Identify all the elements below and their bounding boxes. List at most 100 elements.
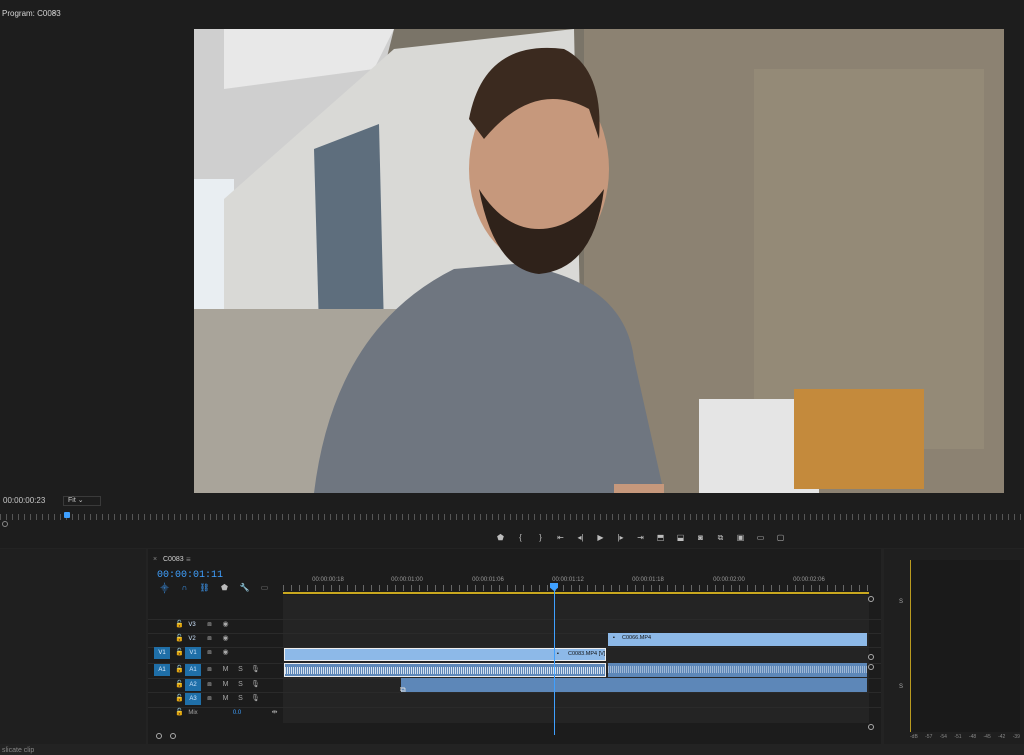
program-timecode[interactable]: 00:00:00:23 [3,496,45,505]
microphone-icon[interactable]: 🎙 [251,693,260,705]
captions-icon[interactable]: ▭ [259,583,270,594]
zoom-out-handle[interactable] [170,733,176,739]
multicam-icon[interactable]: ▣ [735,533,746,543]
track-target-v2[interactable]: V2 [185,633,199,645]
sequence-tab[interactable]: C0083 [163,556,184,563]
mute-button[interactable]: M [221,693,230,705]
play-icon[interactable]: ▶ [595,533,606,543]
project-panel [0,549,146,744]
lock-icon[interactable]: 🔓 [175,633,184,645]
track-target-v1[interactable]: V1 [185,647,201,659]
eye-icon[interactable]: ◉ [221,647,230,659]
step-forward-icon[interactable]: |▸ [615,533,626,543]
in-point-icon[interactable]: { [515,533,526,543]
go-to-edit-icon[interactable]: ⇹ [270,707,279,719]
clip-a1-c0066[interactable] [608,663,867,677]
microphone-icon[interactable]: 🎙 [251,664,260,676]
solo-button[interactable]: S [236,664,245,676]
snap-icon[interactable]: ∩ [179,583,190,594]
vertical-scroll-handle[interactable] [868,596,874,602]
proxy-icon[interactable]: ▭ [755,533,766,543]
track-header-a3: 🔓 A3 ⧈ M S 🎙 [149,693,281,707]
out-point-icon[interactable]: } [535,533,546,543]
clip-a1-c0083[interactable] [284,663,606,677]
lock-icon[interactable]: 🔓 [175,664,184,676]
mute-button[interactable]: M [221,679,230,691]
db-label: -51 [954,734,962,740]
sync-lock-icon[interactable]: ⧈ [205,679,214,691]
lock-icon[interactable]: 🔓 [175,647,184,659]
comparison-icon[interactable]: ⧉ [715,533,726,543]
video-frame-image [194,29,1004,493]
cursor-icon: ⧉ [400,685,406,694]
sync-lock-icon[interactable]: ⧈ [205,633,214,645]
sync-lock-icon[interactable]: ⧈ [205,664,214,676]
close-icon[interactable]: × [153,556,157,563]
extract-icon[interactable]: ⬓ [675,533,686,543]
lock-icon[interactable]: 🔓 [175,679,184,691]
lock-icon[interactable]: 🔓 [175,693,184,705]
panel-menu-icon[interactable]: ≡ [186,555,191,564]
step-back-icon[interactable]: ◂| [575,533,586,543]
track-header-a1: A1 🔓 A1 ⧈ M S 🎙 [149,664,281,678]
fx-icon: ▪ [557,651,559,657]
clip-label: C0066.MP4 [622,635,652,641]
vertical-scroll-handle[interactable] [868,724,874,730]
clip-v2-c0066[interactable]: ▪ C0066.MP4 [608,633,867,646]
audio-waveform [285,667,605,674]
track-target-a2[interactable]: A2 [185,679,201,691]
meter-solo-label[interactable]: S [899,684,903,690]
track-header-v3: 🔓 V3 ⧈ ◉ [149,619,281,633]
ruler-ticks [283,585,869,591]
db-label: -42 [998,734,1006,740]
db-label: -dB [910,734,918,740]
eye-icon[interactable]: ◉ [221,619,230,631]
source-patch-a1[interactable]: A1 [154,664,170,676]
source-patch-v1[interactable]: V1 [154,647,170,659]
sync-lock-icon[interactable]: ⧈ [205,619,214,631]
timeline-tools: ⸎ ∩ ⛓ ⬟ 🔧 ▭ [159,583,270,594]
solo-button[interactable]: S [236,679,245,691]
go-to-in-icon[interactable]: ⇤ [555,533,566,543]
chevron-down-icon: ⌄ [77,497,84,504]
wrench-icon[interactable]: 🔧 [239,583,250,594]
clip-a2[interactable] [401,678,867,692]
add-marker-icon[interactable]: ⬟ [219,583,230,594]
ruler-label: 00:00:00:18 [312,577,344,583]
track-target-a1[interactable]: A1 [185,664,201,676]
vertical-scroll-handle[interactable] [868,654,874,660]
export-frame-icon[interactable]: ◙ [695,533,706,543]
lock-icon[interactable]: 🔓 [175,707,184,719]
track-target-v3[interactable]: V3 [185,619,199,631]
vertical-scroll-handle[interactable] [868,664,874,670]
zoom-scroll-handle[interactable] [2,521,8,527]
sequence-timecode[interactable]: 00:00:01:11 [157,570,223,581]
fit-zoom-select[interactable]: Fit ⌄ [63,496,101,506]
work-area-bar[interactable] [283,592,869,594]
lock-icon[interactable]: 🔓 [175,619,184,631]
mix-volume[interactable]: 0.0 [229,707,245,719]
solo-button[interactable]: S [236,693,245,705]
lift-icon[interactable]: ⬒ [655,533,666,543]
linked-selection-icon[interactable]: ⛓ [199,583,210,594]
clip-label: C0083.MP4 [V] [568,651,606,657]
track-target-a3[interactable]: A3 [185,693,201,705]
vr-icon[interactable]: ▢ [775,533,786,543]
sync-lock-icon[interactable]: ⧈ [205,693,214,705]
audio-meter [910,560,1020,732]
clip-v1-c0083[interactable]: ▪ C0083.MP4 [V] [284,648,606,661]
program-playhead[interactable] [64,512,70,518]
go-to-out-icon[interactable]: ⇥ [635,533,646,543]
track-header-v1: V1 🔓 V1 ⧈ ◉ [149,647,281,661]
zoom-in-handle[interactable] [156,733,162,739]
ruler-label: 00:00:02:06 [793,577,825,583]
mute-button[interactable]: M [221,664,230,676]
microphone-icon[interactable]: 🎙 [251,679,260,691]
marker-icon[interactable]: ⬟ [495,533,506,543]
eye-icon[interactable]: ◉ [221,633,230,645]
sync-lock-icon[interactable]: ⧈ [205,647,214,659]
program-scrub-bar[interactable] [0,514,1024,520]
meter-solo-label[interactable]: S [899,599,903,605]
nest-icon[interactable]: ⸎ [159,583,170,594]
panel-menu-icon[interactable]: ≡ [52,8,57,17]
